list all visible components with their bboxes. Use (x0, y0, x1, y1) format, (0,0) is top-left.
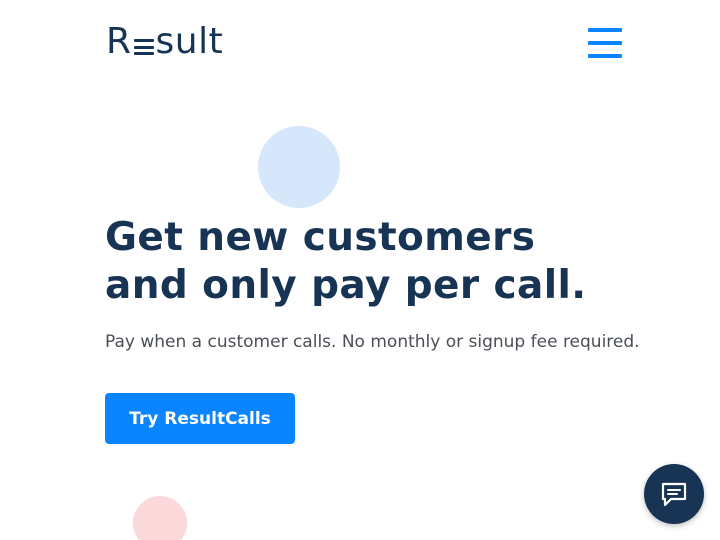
menu-bar-middle (588, 41, 622, 45)
logo-text-end: sult (155, 21, 224, 62)
logo-equals-mark (133, 39, 154, 55)
chat-launcher-button[interactable] (644, 464, 704, 524)
decorative-pink-circle (133, 496, 187, 540)
menu-bar-top (588, 28, 622, 32)
hero-subtext: Pay when a customer calls. No monthly or… (105, 332, 640, 352)
logo[interactable]: R sult (106, 20, 223, 64)
hero-headline: Get new customers and only pay per call. (105, 215, 587, 308)
logo-text-start: R (106, 21, 132, 62)
hamburger-menu-icon[interactable] (586, 26, 624, 60)
menu-bar-bottom (588, 54, 622, 58)
page: R sult Get new customers and only pay pe… (0, 0, 720, 540)
decorative-blue-circle (258, 126, 340, 208)
try-resultcalls-button[interactable]: Try ResultCalls (105, 393, 295, 444)
chat-bubble-icon (661, 482, 687, 507)
